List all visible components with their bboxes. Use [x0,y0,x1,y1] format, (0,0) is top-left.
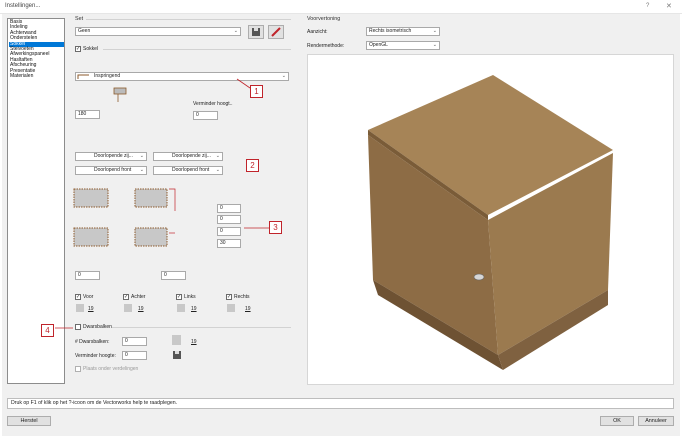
side-voor-label: Voor [83,294,94,300]
crossbeams-count-field[interactable]: 0 [122,337,147,346]
set-select[interactable]: Geen ⌄ [75,27,241,36]
side-links-material-icon[interactable] [177,304,185,312]
offset-field-3[interactable]: 0 [217,227,241,236]
left-front-joint-value: Doorlopend front [94,167,132,173]
side-links-label: Links [184,294,196,300]
profile-select[interactable]: Inspringend ⌄ [75,72,289,81]
ok-button[interactable]: OK [600,416,634,426]
height-field[interactable]: 180 [75,110,100,119]
offset-field-4[interactable]: 30 [217,239,241,248]
place-below-checkbox[interactable] [75,366,81,372]
crossbeams-reduce-field[interactable]: 0 [122,351,147,360]
save-icon[interactable] [172,350,182,360]
set-select-value: Geen [78,28,91,34]
view-select-value: Rechts isometrisch [369,28,412,34]
sokkel-checkbox[interactable]: ✓ [75,46,81,52]
crossbeams-reduce-label: Verminder hoogte: [75,353,116,359]
chevron-down-icon: ⌄ [215,153,220,159]
side-achter-label: Achter [131,294,146,300]
bottom-right-field[interactable]: 0 [161,271,186,280]
chevron-down-icon: ⌄ [139,153,144,159]
offset-field-1[interactable]: 0 [217,204,241,213]
side-voor-material-icon[interactable] [76,304,84,312]
preview-label: Voorvertoning [307,16,341,22]
title-bar: Instellingen... ? ✕ [0,0,682,14]
offset-field-2[interactable]: 0 [217,215,241,224]
save-icon [252,28,260,36]
callout-4-pointer [55,327,73,329]
reset-button[interactable]: Herstel [7,416,51,426]
reduce-height-field[interactable]: 0 [193,111,218,120]
place-below-label: Plaats onder verdelingen [83,366,139,372]
offset-diagram-back-left [73,188,109,208]
cancel-button[interactable]: Annuleer [638,416,674,426]
side-rechts-material-icon[interactable] [227,304,235,312]
pencil-icon [271,27,281,37]
side-rechts-checkbox[interactable]: ✓ [226,294,232,300]
close-icon[interactable]: ✕ [666,2,672,10]
callout-1-pointer [236,78,251,89]
bottom-left-field[interactable]: 0 [75,271,100,280]
render-label: Rendermethode: [307,43,345,49]
chevron-down-icon: ⌄ [281,73,286,79]
crossbeams-separator [112,327,291,328]
chevron-down-icon: ⌄ [215,167,220,173]
right-side-joint-value: Doorlopende zij... [172,153,211,159]
sokkel-label: Sokkel [83,46,99,52]
crossbeams-checkbox[interactable] [75,324,81,330]
profile-select-value: Inspringend [94,73,121,79]
callout-3-pointer [244,227,269,229]
render-select-value: OpenGL [369,42,388,48]
offset-diagram-back-right [134,188,176,211]
profile-icon [77,74,89,79]
side-achter-checkbox[interactable]: ✓ [123,294,129,300]
right-front-joint-select[interactable]: Doorlopend front ⌄ [153,166,223,175]
chevron-down-icon: ⌄ [432,42,437,48]
callout-2: 2 [246,159,259,172]
preview-viewport[interactable] [307,54,674,385]
reduce-height-label: Verminder hoogt.. [193,101,233,107]
crossbeams-material-icon[interactable] [172,335,181,345]
set-separator [86,19,291,20]
left-side-joint-select[interactable]: Doorlopende zij... ⌄ [75,152,147,161]
side-achter-material-icon[interactable] [124,304,132,312]
chevron-down-icon: ⌄ [432,28,437,34]
side-voor-count[interactable]: 19 [88,306,94,312]
callout-3: 3 [269,221,282,234]
left-front-joint-select[interactable]: Doorlopend front ⌄ [75,166,147,175]
side-links-checkbox[interactable]: ✓ [176,294,182,300]
cabinet-3d-preview [368,75,613,370]
help-hint: Druk op F1 of klik op het ?-icoon om de … [7,398,674,409]
left-side-joint-value: Doorlopende zij... [94,153,133,159]
sokkel-separator [103,49,291,50]
crossbeams-count-number[interactable]: 19 [191,339,197,345]
window-title: Instellingen... [5,3,41,9]
save-set-button[interactable] [248,25,264,39]
chevron-down-icon: ⌄ [139,167,144,173]
crossbeams-label: Dwarsbalken [83,324,112,330]
view-select[interactable]: Rechts isometrisch ⌄ [366,27,440,36]
edit-set-button[interactable] [268,25,284,39]
callout-4: 4 [41,324,54,337]
view-label: Aanzicht: [307,29,328,35]
offset-diagram-front-left [73,227,109,247]
height-diagram-icon [113,87,127,102]
side-achter-count[interactable]: 19 [138,306,144,312]
side-links-count[interactable]: 19 [191,306,197,312]
offset-diagram-front-right [134,227,175,247]
crossbeams-count-label: # Dwarsbalken: [75,339,110,345]
nav-item-materialen[interactable]: Materialen [9,73,64,79]
set-label: Set [75,16,84,22]
right-side-joint-select[interactable]: Doorlopende zij... ⌄ [153,152,223,161]
help-icon[interactable]: ? [646,3,649,9]
side-rechts-count[interactable]: 19 [245,306,251,312]
render-select[interactable]: OpenGL ⌄ [366,41,440,50]
right-front-joint-value: Doorlopend front [172,167,210,173]
side-rechts-label: Rechts [234,294,250,300]
side-voor-checkbox[interactable]: ✓ [75,294,81,300]
chevron-down-icon: ⌄ [233,28,238,34]
